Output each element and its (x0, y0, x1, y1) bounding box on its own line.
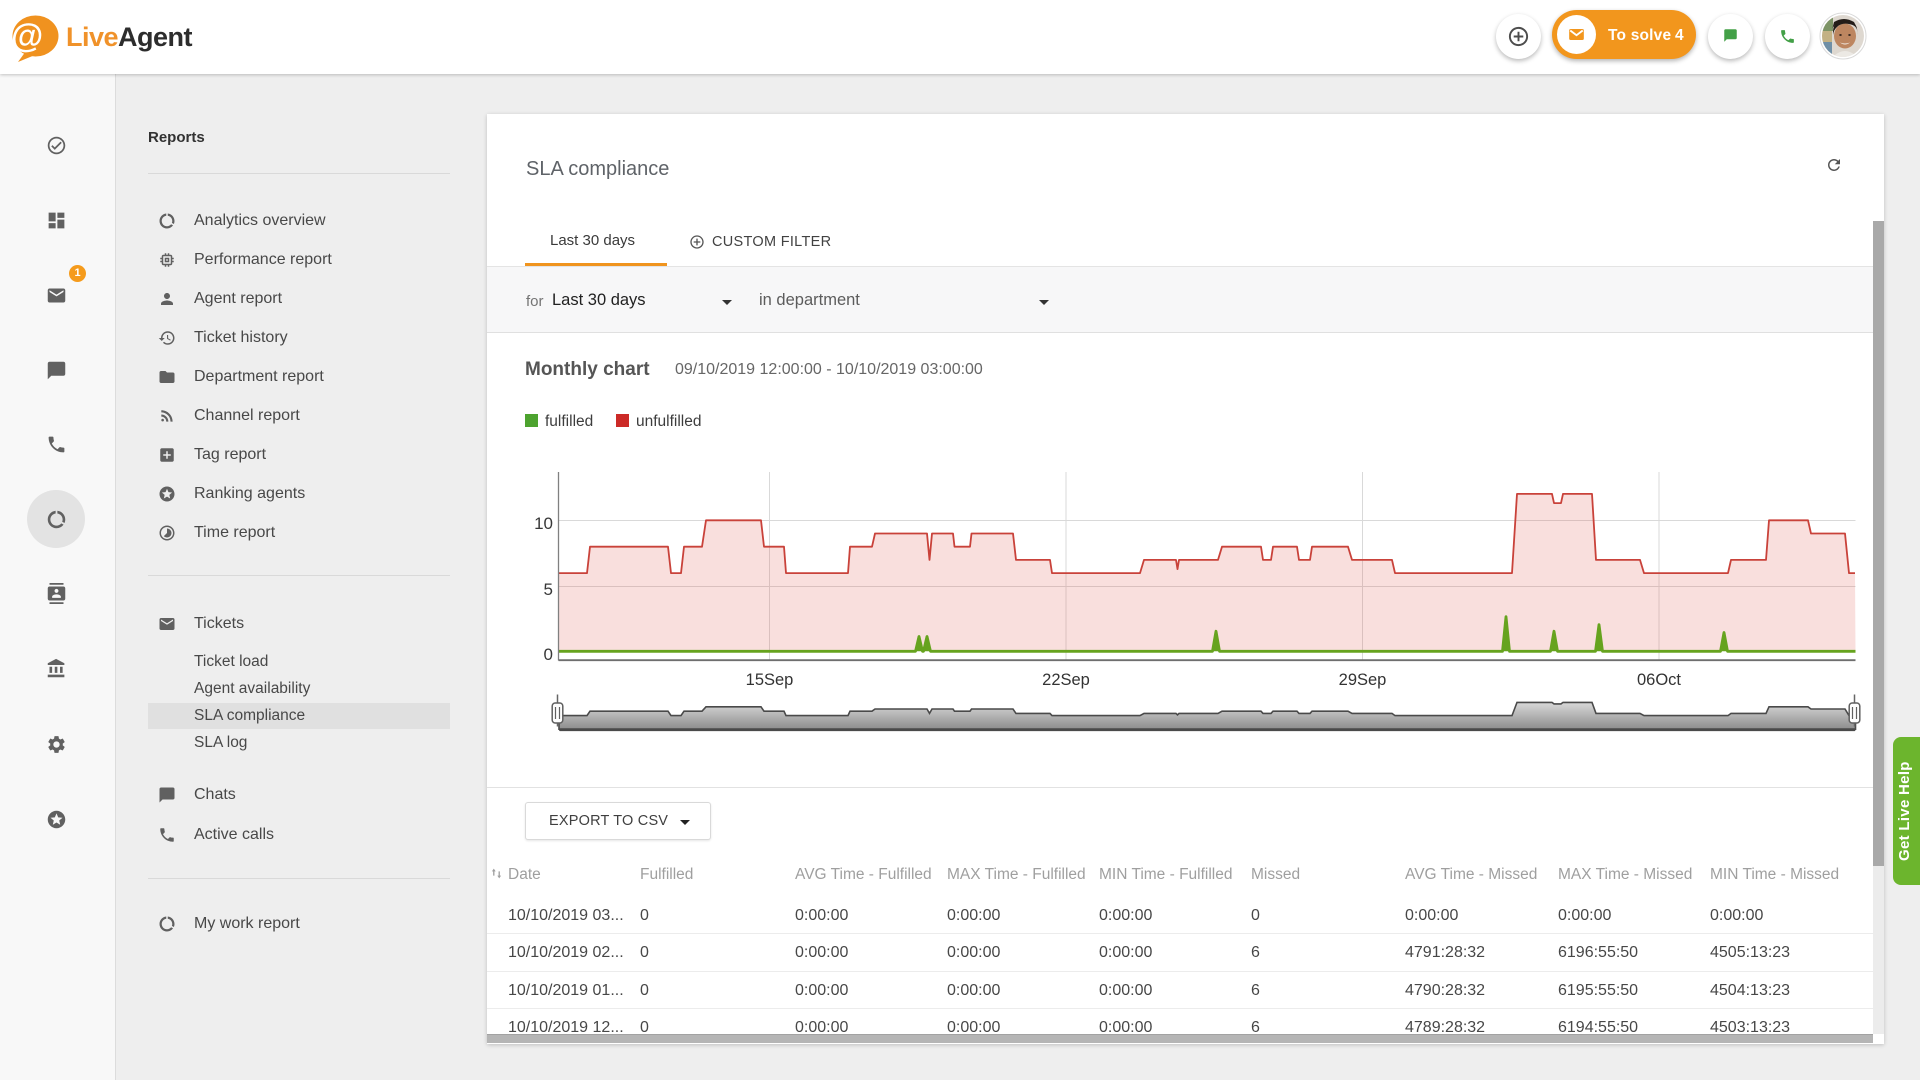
svg-text:5: 5 (544, 580, 553, 599)
svg-text:29Sep: 29Sep (1339, 671, 1387, 689)
svg-text:06Oct: 06Oct (1637, 671, 1681, 689)
svg-text:@: @ (11, 17, 43, 54)
svg-text:0: 0 (544, 645, 553, 664)
svg-text:10: 10 (534, 514, 553, 533)
svg-text:15Sep: 15Sep (746, 671, 794, 689)
svg-text:22Sep: 22Sep (1042, 671, 1090, 689)
